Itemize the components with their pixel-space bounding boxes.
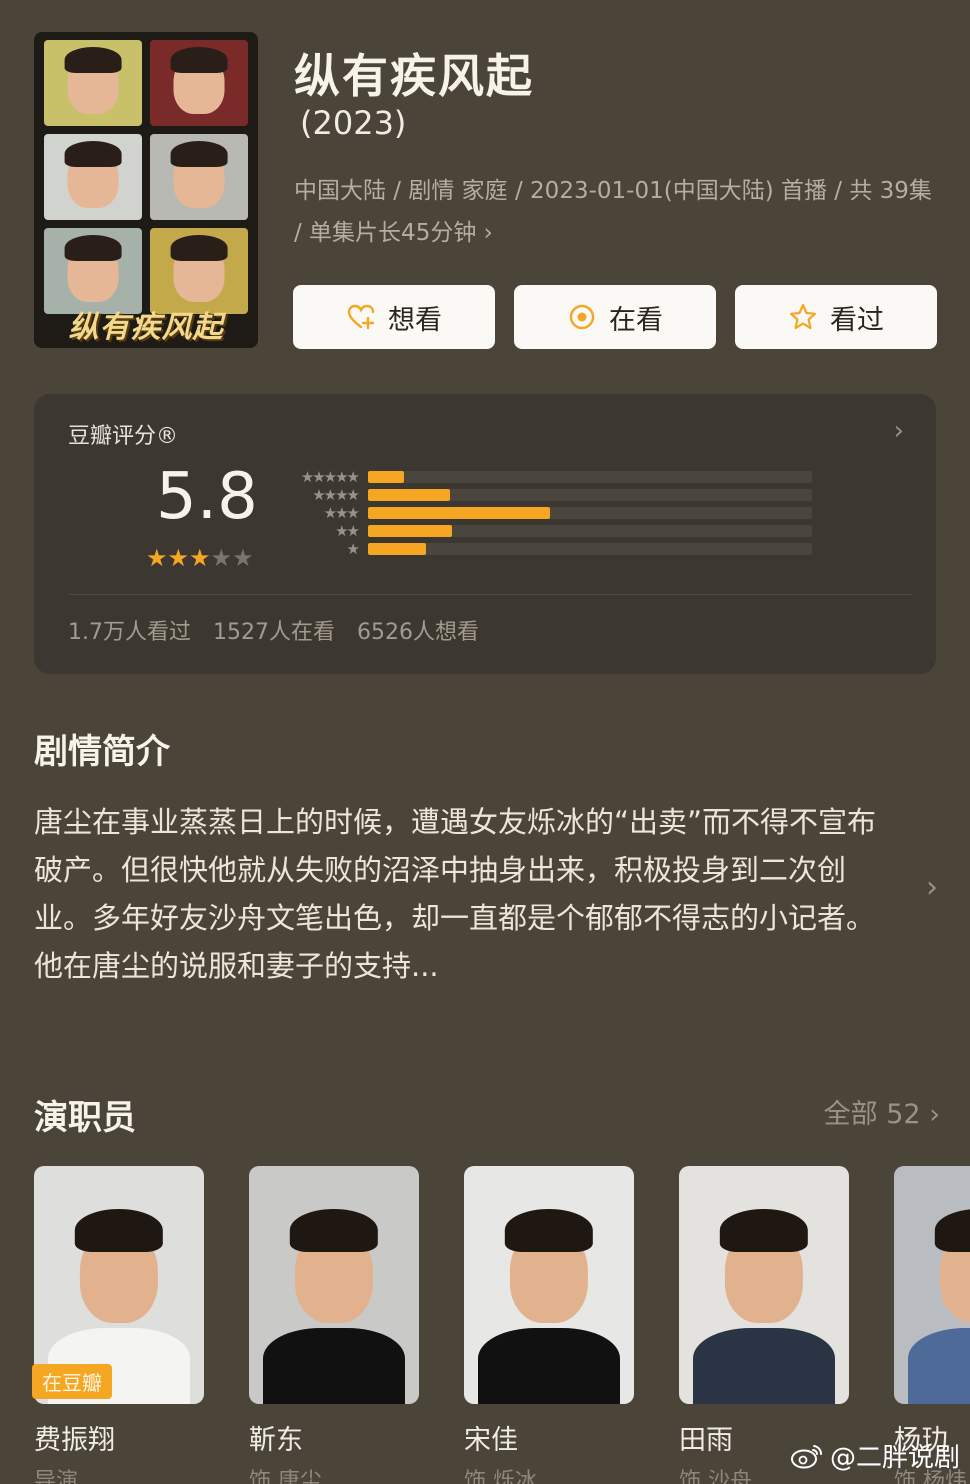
poster-face xyxy=(44,40,142,126)
distribution-row: ★★ xyxy=(288,522,812,540)
distribution-bar-track xyxy=(368,543,812,555)
action-buttons: 想看 在看 看过 xyxy=(293,285,937,349)
star-empty-icon: ★ xyxy=(210,544,233,572)
distribution-bar-track xyxy=(368,471,812,483)
distribution-bar-fill xyxy=(368,525,453,537)
chevron-right-icon[interactable]: › xyxy=(926,870,938,905)
photo-hair xyxy=(719,1208,809,1252)
watching-button[interactable]: 在看 xyxy=(514,285,716,349)
distribution-bar-fill xyxy=(368,507,551,519)
douban-badge: 在豆瓣 xyxy=(32,1364,112,1399)
watching-count: 1527人在看 xyxy=(213,620,335,645)
photo-body xyxy=(907,1327,970,1404)
rating-stars: ★★★★★ xyxy=(146,544,254,572)
photo-hair xyxy=(504,1208,594,1252)
poster-face xyxy=(150,228,248,314)
distribution-stars: ★ xyxy=(346,540,360,558)
watched-count: 1.7万人看过 xyxy=(68,620,191,645)
cast-photo xyxy=(679,1166,849,1404)
distribution-bar-track xyxy=(368,489,812,501)
distribution-stars: ★★★★★ xyxy=(300,468,360,486)
star-empty-icon: ★ xyxy=(232,544,254,572)
distribution-row: ★ xyxy=(288,540,812,558)
cast-name: 费振翔 xyxy=(34,1425,115,1456)
watermark-text: @二胖说剧 xyxy=(829,1443,960,1473)
watched-label: 看过 xyxy=(830,304,884,336)
star-outline-icon xyxy=(789,303,817,330)
distribution-stars: ★★★ xyxy=(323,504,360,522)
want-to-watch-button[interactable]: 想看 xyxy=(293,285,495,349)
poster-face xyxy=(150,40,248,126)
star-filled-icon: ★ xyxy=(146,544,168,572)
poster-face xyxy=(44,228,142,314)
watch-stats: 1.7万人看过 1527人在看 6526人想看 xyxy=(68,614,479,646)
photo-body xyxy=(262,1327,406,1404)
poster-face xyxy=(44,134,142,220)
chevron-right-icon: › xyxy=(483,220,493,246)
photo-body xyxy=(477,1327,621,1404)
star-filled-icon: ★ xyxy=(189,544,211,572)
photo-hair xyxy=(74,1208,164,1252)
cast-name: 靳东 xyxy=(249,1425,303,1456)
cast-role: 饰 烁冰 xyxy=(464,1469,537,1484)
show-title: 纵有疾风起 xyxy=(294,49,534,103)
rating-label: 豆瓣评分® xyxy=(68,424,179,449)
show-meta-text: 中国大陆 / 剧情 家庭 / 2023-01-01(中国大陆) 首播 / 共 3… xyxy=(294,178,932,246)
photo-hair xyxy=(934,1208,970,1252)
divider xyxy=(68,594,912,595)
watching-label: 在看 xyxy=(609,304,663,336)
synopsis-text[interactable]: 唐尘在事业蒸蒸日上的时候，遭遇女友烁冰的“出卖”而不得不宣布破产。但很快他就从失… xyxy=(34,798,894,990)
cast-photo xyxy=(249,1166,419,1404)
poster-image[interactable]: 纵有疾风起 xyxy=(34,32,258,348)
poster-face xyxy=(150,134,248,220)
distribution-stars: ★★★★ xyxy=(312,486,360,504)
star-filled-icon: ★ xyxy=(167,544,190,572)
want-to-watch-label: 想看 xyxy=(388,304,442,336)
cast-card[interactable]: 宋佳 饰 烁冰 xyxy=(464,1166,634,1484)
cast-all-link[interactable]: 全部 52 › xyxy=(824,1092,940,1131)
rating-score: 5.8 xyxy=(156,460,258,534)
cast-card[interactable]: 在豆瓣 费振翔 导演 xyxy=(32,1166,204,1484)
chevron-right-icon: › xyxy=(893,416,904,446)
show-year: (2023) xyxy=(300,104,407,142)
cast-photo xyxy=(894,1166,970,1404)
target-icon xyxy=(569,304,595,330)
distribution-bar-fill xyxy=(368,489,451,501)
synopsis-heading: 剧情简介 xyxy=(34,732,170,772)
photo-hair xyxy=(289,1208,379,1252)
heart-plus-icon xyxy=(347,304,375,330)
distribution-stars: ★★ xyxy=(335,522,360,540)
weibo-watermark: @二胖说剧 xyxy=(790,1437,960,1474)
cast-role: 饰 唐尘 xyxy=(249,1469,322,1484)
poster-title: 纵有疾风起 xyxy=(68,310,224,345)
distribution-bar-track xyxy=(368,525,812,537)
distribution-row: ★★★★★ xyxy=(288,468,812,486)
weibo-icon xyxy=(790,1444,822,1468)
distribution-row: ★★★ xyxy=(288,504,812,522)
rating-distribution: ★★★★★ ★★★★ ★★★ ★★ ★ xyxy=(288,468,812,558)
cast-role: 导演 xyxy=(34,1469,79,1484)
cast-photo xyxy=(464,1166,634,1404)
cast-heading: 演职员 xyxy=(34,1098,136,1138)
watched-button[interactable]: 看过 xyxy=(735,285,937,349)
photo-body xyxy=(692,1327,836,1404)
show-meta[interactable]: 中国大陆 / 剧情 家庭 / 2023-01-01(中国大陆) 首播 / 共 3… xyxy=(294,170,934,254)
cast-card[interactable]: 靳东 饰 唐尘 xyxy=(249,1166,419,1484)
cast-name: 宋佳 xyxy=(464,1425,518,1456)
rating-card[interactable]: 豆瓣评分® › 5.8 ★★★★★ ★★★★★ ★★★★ ★★★ ★★ ★ 1.… xyxy=(34,394,936,674)
distribution-row: ★★★★ xyxy=(288,486,812,504)
distribution-bar-track xyxy=(368,507,812,519)
want-count: 6526人想看 xyxy=(357,620,479,645)
distribution-bar-fill xyxy=(368,543,426,555)
distribution-bar-fill xyxy=(368,471,404,483)
